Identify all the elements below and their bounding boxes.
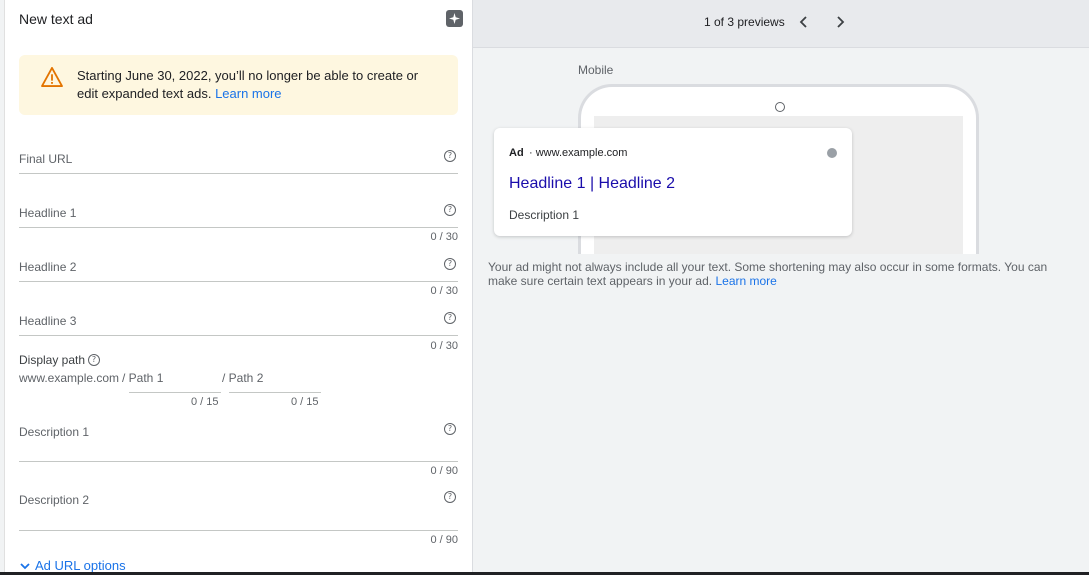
help-icon[interactable]: ? [444,312,456,324]
path1-counter: 0 / 15 [191,396,219,408]
headline3-field[interactable]: Headline 3 ? 0 / 30 [19,310,458,354]
input-underline [19,530,458,531]
input-underline [19,281,458,282]
preview-toolbar: 1 of 3 previews [473,0,1089,48]
ad-badge: Ad [509,147,524,159]
path1-underline [129,392,221,393]
chevron-left-icon[interactable] [798,15,810,29]
help-icon[interactable]: ? [444,423,456,435]
headline3-counter: 0 / 30 [430,340,458,352]
device-label: Mobile [578,63,614,77]
headline1-counter: 0 / 30 [430,231,458,243]
input-underline [19,173,458,174]
chevron-right-icon[interactable] [834,15,846,29]
path2-counter: 0 / 15 [291,396,319,408]
input-underline [19,335,458,336]
phone-camera [775,102,785,112]
description2-field[interactable]: Description 2 ? 0 / 90 [19,489,458,549]
final-url-label: Final URL [19,152,73,166]
help-icon[interactable]: ? [444,150,456,162]
app-frame: New text ad Starting June 30, 2022, you’… [0,0,1089,575]
path2-input[interactable]: / Path 2 [222,371,263,385]
help-icon[interactable]: ? [444,258,456,270]
ad-headline[interactable]: Headline 1 | Headline 2 [509,175,675,193]
ad-editor-panel: New text ad Starting June 30, 2022, you’… [5,0,473,573]
headline2-counter: 0 / 30 [430,285,458,297]
input-underline [19,227,458,228]
deprecation-notice: Starting June 30, 2022, you’ll no longer… [19,55,458,115]
ad-description: Description 1 [509,208,580,222]
headline1-label: Headline 1 [19,206,77,220]
description1-label: Description 1 [19,425,90,439]
description2-label: Description 2 [19,493,90,507]
preview-panel: 1 of 3 previews Mobile Ad · www.example.… [473,0,1089,572]
help-icon[interactable]: ? [444,491,456,503]
disclaimer-learn-more-link[interactable]: Learn more [715,274,776,288]
info-icon[interactable] [827,148,837,158]
notice-text: Starting June 30, 2022, you’ll no longer… [77,67,437,103]
final-url-field[interactable]: Final URL ? [19,148,458,178]
headline3-label: Headline 3 [19,314,77,328]
ad-url-options-label: Ad URL options [35,558,126,573]
chevron-down-icon [20,562,30,569]
path2-underline [229,392,321,393]
preview-disclaimer: Your ad might not always include all you… [488,260,1073,288]
path1-input[interactable]: / Path 1 [122,371,163,385]
warning-icon [41,67,63,87]
description1-field[interactable]: Description 1 ? 0 / 90 [19,421,458,481]
display-path-domain: www.example.com [19,371,120,385]
input-underline [19,461,458,462]
headline2-label: Headline 2 [19,260,77,274]
description1-counter: 0 / 90 [430,465,458,477]
help-icon[interactable]: ? [444,204,456,216]
ad-url-options-toggle[interactable]: Ad URL options [19,558,126,573]
display-path-label: Display path [19,353,86,367]
description2-counter: 0 / 90 [430,534,458,546]
help-icon[interactable]: ? [88,354,100,366]
notice-learn-more-link[interactable]: Learn more [215,86,281,101]
headline2-field[interactable]: Headline 2 ? 0 / 30 [19,256,458,300]
sparkle-icon[interactable] [446,10,463,27]
ad-display-url: · www.example.com [529,147,628,159]
ad-preview-card: Ad · www.example.com Headline 1 | Headli… [494,128,852,236]
headline1-field[interactable]: Headline 1 ? 0 / 30 [19,202,458,246]
preview-count: 1 of 3 previews [704,15,785,29]
panel-title: New text ad [19,11,93,27]
